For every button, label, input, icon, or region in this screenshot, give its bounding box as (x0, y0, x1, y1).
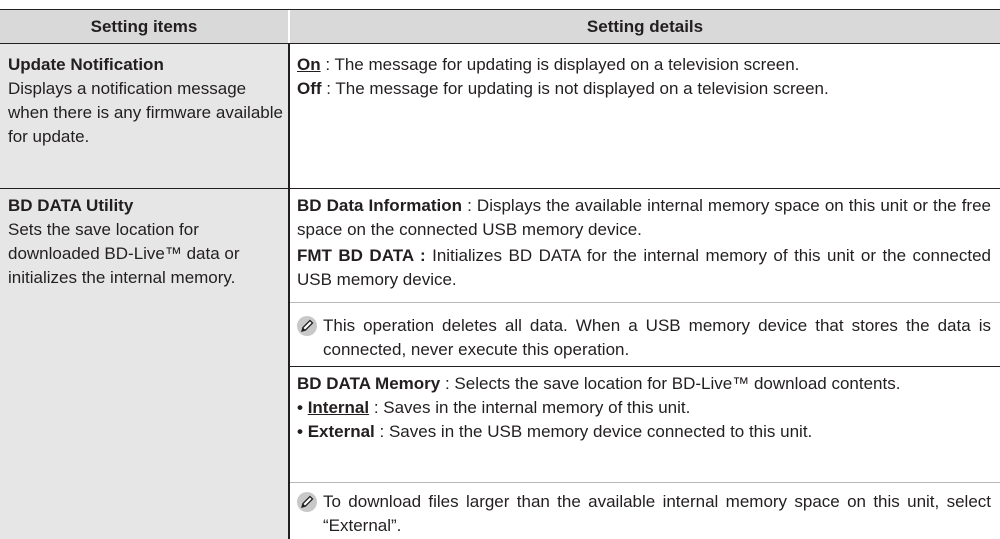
column-divider-row2 (288, 189, 290, 539)
pencil-note-icon (297, 492, 317, 512)
option-external-key: External (307, 422, 375, 441)
update-notification-details: On : The message for updating is display… (297, 53, 991, 101)
option-off-text: : The message for updating is not displa… (321, 79, 829, 98)
option-external-text: : Saves in the USB memory device connect… (374, 422, 813, 441)
fmt-bd-data: FMT BD DATA : Initializes BD DATA for th… (297, 244, 991, 292)
block2-note-separator (290, 482, 1000, 483)
block2-note-text: To download files larger than the availa… (323, 492, 991, 535)
option-external: External : Saves in the USB memory devic… (297, 420, 991, 444)
option-off-key: Off (297, 79, 322, 98)
option-on-key: On (297, 55, 321, 74)
update-notification-desc: Displays a notification message when the… (8, 79, 283, 146)
block2-separator (290, 366, 1000, 367)
option-on-text: : The message for updating is displayed … (320, 55, 800, 74)
pencil-note-icon (297, 316, 317, 336)
bd-data-memory-text: : Selects the save location for BD-Live™… (440, 374, 901, 393)
block1-note-separator (290, 302, 1000, 303)
option-on: On : The message for updating is display… (297, 53, 991, 77)
bd-data-block2: BD DATA Memory : Selects the save locati… (297, 372, 991, 444)
bd-data-utility-desc: Sets the save location for downloaded BD… (8, 220, 240, 287)
bd-data-information: BD Data Information : Displays the avail… (297, 194, 991, 242)
fmt-bd-data-key: FMT BD DATA : (297, 246, 426, 265)
bd-data-memory: BD DATA Memory : Selects the save locati… (297, 372, 991, 396)
bd-data-information-key: BD Data Information (297, 196, 463, 215)
header-setting-items: Setting items (0, 10, 288, 43)
block1-note: This operation deletes all data. When a … (297, 314, 991, 362)
column-divider-header (288, 10, 290, 43)
header-setting-details: Setting details (290, 10, 1000, 43)
column-divider-row1 (288, 44, 290, 188)
bd-data-memory-key: BD DATA Memory (297, 374, 441, 393)
option-internal: Internal : Saves in the internal memory … (297, 396, 991, 420)
option-internal-key: Internal (307, 398, 370, 417)
update-notification-title: Update Notification (8, 55, 164, 74)
block1-note-text: This operation deletes all data. When a … (323, 316, 991, 359)
row-update-notification-item: Update Notification Displays a notificat… (8, 53, 283, 149)
bd-data-utility-title: BD DATA Utility (8, 196, 134, 215)
option-off: Off : The message for updating is not di… (297, 77, 991, 101)
option-internal-text: : Saves in the internal memory of this u… (369, 398, 691, 417)
bd-data-block1: BD Data Information : Displays the avail… (297, 194, 991, 292)
block2-note: To download files larger than the availa… (297, 490, 991, 538)
row-bd-data-utility-item: BD DATA Utility Sets the save location f… (8, 194, 283, 290)
